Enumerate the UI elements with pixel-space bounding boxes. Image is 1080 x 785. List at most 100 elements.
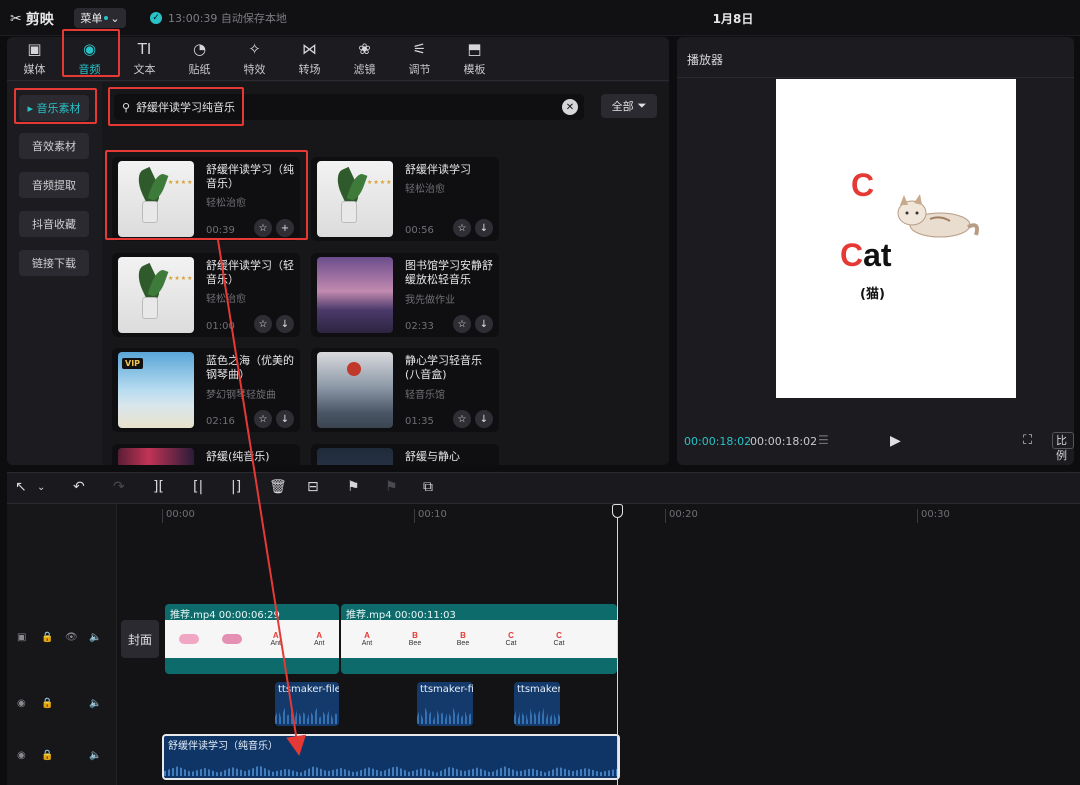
music-card[interactable]: 舒缓与静心 xyxy=(311,444,499,465)
category-sidebar: ▸ 音乐素材 音效素材 音频提取 抖音收藏 链接下载 xyxy=(7,82,102,465)
trim-right-icon[interactable]: |] xyxy=(231,479,241,495)
tab-audio[interactable]: ◉ 音频 xyxy=(62,37,117,81)
filter-button[interactable]: 全部 ⏷ xyxy=(601,94,657,118)
album-cover: ★★★★ xyxy=(118,257,194,333)
download-button[interactable]: ↓ xyxy=(475,410,493,428)
music-card[interactable]: VIP 蓝色之海（优美的钢琴曲） 梦幻钢琴轻旋曲 02:16 ☆ ↓ xyxy=(112,348,300,432)
title-bar: ✂ 剪映 菜单 ⌄ ✓ 13:00:39 自动保存本地 1月8日 xyxy=(0,0,1080,36)
play-icon[interactable]: ▶ xyxy=(890,433,901,449)
voice-clip[interactable]: ttsmaker-file xyxy=(275,682,339,726)
delete-icon[interactable]: 🗑 xyxy=(269,479,287,495)
category-sound-effects[interactable]: 音效素材 xyxy=(19,133,89,159)
template-icon: ⬒ xyxy=(467,40,482,58)
clip-frame: B Bee xyxy=(408,631,422,647)
chevron-down-icon[interactable]: ⌄ xyxy=(37,482,45,493)
flag-icon[interactable]: ⚑ xyxy=(347,479,360,495)
tab-template[interactable]: ⬒ 模板 xyxy=(447,37,502,81)
waveform xyxy=(514,707,560,724)
clear-search-icon[interactable]: ✕ xyxy=(562,99,578,115)
download-button[interactable]: ↓ xyxy=(276,410,294,428)
video-clip[interactable]: 推荐.mp4 00:00:06:29 A Ant A Ant xyxy=(165,604,339,674)
redo-icon[interactable]: ↷ xyxy=(113,479,125,495)
library-tabs: ▣ 媒体 ◉ 音频 TI 文本 ◔ 贴纸 ✧ 特效 ⋈ 转场 ❀ 滤镜 ⚟ 调节 ⬒ 模板 xyxy=(7,37,669,81)
playhead-handle[interactable] xyxy=(612,504,623,518)
tab-sticker[interactable]: ◔ 贴纸 xyxy=(172,37,227,81)
tab-effect[interactable]: ✧ 特效 xyxy=(227,37,282,81)
autosave-status: ✓ 13:00:39 自动保存本地 xyxy=(150,10,287,26)
album-cover: ★★★★ xyxy=(317,161,393,237)
speaker-icon[interactable]: 🔈 xyxy=(89,632,101,643)
music-card[interactable]: ★★★★ 舒缓伴读学习（轻音乐） 轻松治愈 01:00 ☆ ↓ xyxy=(112,253,300,337)
filter-icon: ⏷ xyxy=(637,99,647,112)
music-card[interactable]: ★★★★ 舒缓伴读学习（纯音乐） 轻松治愈 00:39 ☆ + xyxy=(112,157,300,241)
library-panel: ▣ 媒体 ◉ 音频 TI 文本 ◔ 贴纸 ✧ 特效 ⋈ 转场 ❀ 滤镜 ⚟ 调节 ⬒ 模板 ▸ 音… xyxy=(7,37,669,465)
music-card[interactable]: ★★★★ 舒缓伴读学习 轻松治愈 00:56 ☆ ↓ xyxy=(311,157,499,241)
filter-icon: ❀ xyxy=(358,40,371,58)
favorite-star-icon[interactable]: ☆ xyxy=(453,410,471,428)
add-to-track-button[interactable]: + xyxy=(276,219,294,237)
music-card[interactable]: 静心学习轻音乐(八音盒) 轻音乐馆 01:35 ☆ ↓ xyxy=(311,348,499,432)
search-icon: ⚲ xyxy=(122,100,131,114)
album-cover xyxy=(317,352,393,428)
undo-icon[interactable]: ↶ xyxy=(73,479,85,495)
preview-canvas[interactable]: C Cat (猫) xyxy=(776,79,1016,398)
category-link-download[interactable]: 链接下载 xyxy=(19,250,89,276)
favorite-star-icon[interactable]: ☆ xyxy=(254,315,272,333)
clip-frame: B Bee xyxy=(456,631,470,647)
ratio-button[interactable]: 比例 xyxy=(1052,432,1074,462)
search-input[interactable]: ⚲ 舒缓伴读学习纯音乐 ✕ xyxy=(114,94,584,120)
music-clip[interactable]: 舒缓伴读学习（纯音乐） xyxy=(162,734,620,780)
fullscreen-icon[interactable]: ⛶ xyxy=(1023,433,1032,448)
album-cover: VIP xyxy=(118,352,194,428)
divider xyxy=(677,77,1074,78)
list-view-icon[interactable]: ☰ xyxy=(818,433,829,447)
flag-disabled-icon[interactable]: ⚑ xyxy=(385,479,398,495)
trim-left-icon[interactable]: [| xyxy=(193,479,203,495)
download-button[interactable]: ↓ xyxy=(475,315,493,333)
music-card[interactable]: 图书馆学习安静舒缓放松轻音乐 我先做作业 02:33 ☆ ↓ xyxy=(311,253,499,337)
split-icon[interactable]: ][ xyxy=(153,479,164,495)
crop-icon[interactable]: ⧉ xyxy=(423,479,433,495)
category-music[interactable]: ▸ 音乐素材 xyxy=(19,95,89,121)
tab-filter[interactable]: ❀ 滤镜 xyxy=(337,37,392,81)
lock-icon[interactable]: 🔒 xyxy=(41,750,53,761)
freeze-icon[interactable]: ⊟ xyxy=(307,479,319,495)
speaker-icon[interactable]: 🔈 xyxy=(89,698,101,709)
clip-frame: C Cat xyxy=(505,631,517,647)
download-button[interactable]: ↓ xyxy=(276,315,294,333)
favorite-star-icon[interactable]: ☆ xyxy=(453,315,471,333)
waveform xyxy=(275,707,339,724)
category-audio-extract[interactable]: 音频提取 xyxy=(19,172,89,198)
favorite-star-icon[interactable]: ☆ xyxy=(453,219,471,237)
player-panel: 播放器 C Cat (猫) 00:00:18:02 00:00:18:02 ☰ … xyxy=(677,37,1074,465)
playhead[interactable] xyxy=(617,512,618,785)
voice-clip[interactable]: ttsmaker-fi xyxy=(417,682,473,726)
transition-icon: ⋈ xyxy=(302,40,317,58)
tab-adjust[interactable]: ⚟ 调节 xyxy=(392,37,447,81)
favorite-star-icon[interactable]: ☆ xyxy=(254,219,272,237)
ruler-tick: 00:20 xyxy=(665,509,698,523)
music-card[interactable]: 舒缓(纯音乐) xyxy=(112,444,300,465)
voice-clip[interactable]: ttsmaker xyxy=(514,682,560,726)
download-button[interactable]: ↓ xyxy=(475,219,493,237)
cover-button[interactable]: 封面 xyxy=(121,620,159,658)
favorite-star-icon[interactable]: ☆ xyxy=(254,410,272,428)
tab-transition[interactable]: ⋈ 转场 xyxy=(282,37,337,81)
speaker-icon[interactable]: 🔈 xyxy=(89,750,101,761)
clip-frame xyxy=(213,623,253,655)
time-ruler[interactable]: 00:00 00:10 00:20 00:30 xyxy=(117,504,1080,526)
lock-icon[interactable]: 🔒 xyxy=(41,698,53,709)
music-results: ⚲ 舒缓伴读学习纯音乐 ✕ 全部 ⏷ ★★★★ 舒缓伴读学习（纯音乐） 轻松治愈 … xyxy=(102,82,669,465)
tab-text[interactable]: TI 文本 xyxy=(117,37,172,81)
video-clip[interactable]: 推荐.mp4 00:00:11:03 A Ant B Bee B Bee C Cat C… xyxy=(341,604,617,674)
eye-icon[interactable]: 👁 xyxy=(65,632,78,643)
audio-track-icon: ◉ xyxy=(17,698,26,709)
lock-icon[interactable]: 🔒 xyxy=(41,632,53,643)
select-cursor-icon[interactable]: ↖ xyxy=(15,479,27,495)
tab-media[interactable]: ▣ 媒体 xyxy=(7,37,62,81)
cat-illustration xyxy=(897,194,979,238)
timeline[interactable]: ▣ 🔒 👁 🔈 ◉ 🔒 🔈 ◉ 🔒 🔈 00:00 00:10 00:20 00… xyxy=(7,504,1080,785)
menu-button[interactable]: 菜单 ⌄ xyxy=(74,8,126,28)
category-douyin-favorites[interactable]: 抖音收藏 xyxy=(19,211,89,237)
clip-thumbnails: A Ant B Bee B Bee C Cat C Cat xyxy=(341,620,617,658)
